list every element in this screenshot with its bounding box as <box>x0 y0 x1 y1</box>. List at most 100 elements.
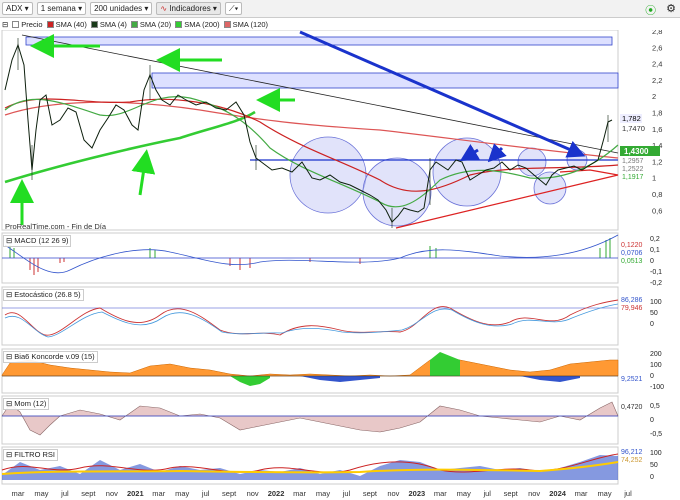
macd-label-text: MACD (12 26 9) <box>14 236 69 245</box>
main-axis-tick: 2 <box>652 92 656 101</box>
resistance-zone-mid <box>151 72 619 89</box>
stoch-values: 86,286 79,946 <box>621 297 642 313</box>
indicators-text: Indicadores <box>169 4 211 13</box>
collapse-icon: ⊟ <box>6 236 13 245</box>
rsi-label-text: FILTRO RSI <box>14 450 55 459</box>
x-axis-tick: may <box>457 489 471 498</box>
x-axis-tick: 2022 <box>268 489 285 498</box>
stoch-axis-2: 0 <box>650 321 654 328</box>
macd-values: 0,1220 0,0706 0,0513 <box>621 242 642 266</box>
chart-canvas[interactable]: 2,82,62,42,221,81,61,41,210,80,6 1,782 1… <box>0 30 680 500</box>
settings-icon[interactable]: ⚙ <box>666 2 676 18</box>
rsi-axis: 100 50 0 <box>650 448 662 484</box>
legend-sma20[interactable]: SMA (20) <box>130 19 172 29</box>
main-axis-tick: 1,2 <box>652 157 662 166</box>
rsi-label[interactable]: ⊟ FILTRO RSI <box>3 449 58 461</box>
x-axis-tick: mar <box>152 489 165 498</box>
stoch-axis-0: 100 <box>650 299 662 306</box>
stoch-label[interactable]: ⊟ Estocástico (26.8 5) <box>3 289 84 301</box>
stoch-label-text: Estocástico (26.8 5) <box>14 290 81 299</box>
stoch-axis-1: 50 <box>650 310 658 317</box>
main-axis-tick: 2,4 <box>652 60 662 69</box>
macd-axis-2: 0 <box>650 258 654 265</box>
x-axis-tick: sept <box>363 489 378 498</box>
collapse-icon: ⊟ <box>6 290 13 299</box>
legend-sma40[interactable]: SMA (40) <box>46 20 87 29</box>
bias-values: 9,2521 <box>621 376 642 383</box>
legend-sma200-label: SMA (200) <box>184 19 220 29</box>
x-axis-tick: may <box>597 489 611 498</box>
x-axis-tick: nov <box>247 489 259 498</box>
indicators-button[interactable]: ∿ Indicadores ▾ <box>156 2 221 15</box>
price-label-5: 1,2522 <box>622 166 644 173</box>
legend-sma20-label: SMA (20) <box>139 19 172 29</box>
bias-label[interactable]: ⊟ Bia6 Koncorde v.09 (15) <box>3 351 98 363</box>
macd-label[interactable]: ⊟ MACD (12 26 9) <box>3 235 72 247</box>
x-axis-tick: may <box>316 489 330 498</box>
bias-label-text: Bia6 Koncorde v.09 (15) <box>14 352 95 361</box>
timeframe-text: 1 semana <box>40 4 76 13</box>
macd-value-0: 0,1220 <box>621 242 643 249</box>
x-axis-tick: mar <box>434 489 447 498</box>
stoch-value-1: 79,946 <box>621 305 643 312</box>
mom-axis-0: 0,5 <box>650 403 660 410</box>
x-axis-tick: mar <box>12 489 25 498</box>
mom-label[interactable]: ⊟ Mom (12) <box>3 398 50 410</box>
legend-sma120-label: SMA (120) <box>232 19 269 29</box>
mom-values: 0,4720 <box>621 404 642 411</box>
x-axis-tick: jul <box>482 489 491 498</box>
main-axis-tick: 2,2 <box>652 76 662 85</box>
units-select[interactable]: 200 unidades ▾ <box>90 2 153 15</box>
legend-sma120[interactable]: SMA (120) <box>223 19 269 29</box>
bias-axis-3: -100 <box>650 384 665 391</box>
mom-axis: 0,5 0 -0,5 <box>650 400 662 442</box>
indicators-icon: ∿ <box>160 4 168 13</box>
macd-axis-3: -0,1 <box>650 269 663 276</box>
alert-icon[interactable]: ⦿ <box>645 2 656 18</box>
x-axis-tick: jul <box>201 489 210 498</box>
x-axis-tick: jul <box>60 489 69 498</box>
bias-axis-2: 0 <box>650 373 654 380</box>
bias-axis-0: 200 <box>650 351 662 358</box>
stoch-axis: 100 50 0 <box>650 297 662 330</box>
x-axis-tick: nov <box>387 489 399 498</box>
source-text: ProRealTime.com - Fin de Día <box>5 222 107 231</box>
rsi-axis-1: 50 <box>650 462 658 469</box>
main-axis-tick: 1,6 <box>652 125 662 134</box>
symbol-text: ADX <box>6 4 23 13</box>
price-label-4: 1,2957 <box>622 158 644 165</box>
mom-axis-2: -0,5 <box>650 431 663 438</box>
price-label-1: 1,782 <box>622 114 641 123</box>
rsi-value-1: 74,252 <box>621 457 643 464</box>
x-axis-tick: sept <box>504 489 519 498</box>
x-axis-tick: 2021 <box>127 489 144 498</box>
legend-sma200[interactable]: SMA (200) <box>175 19 220 29</box>
main-axis: 2,82,62,42,221,81,61,41,210,80,6 <box>652 30 662 215</box>
x-axis-tick: mar <box>293 489 306 498</box>
x-axis-tick: 2023 <box>409 489 426 498</box>
x-axis-tick: may <box>34 489 48 498</box>
main-axis-tick: 1 <box>652 174 656 183</box>
main-axis-tick: 2,8 <box>652 30 662 36</box>
rsi-values: 96,212 74,252 <box>621 449 642 465</box>
price-label-2: 1,7470 <box>622 124 645 133</box>
x-axis-tick: sept <box>222 489 237 498</box>
symbol-select[interactable]: ADX ▾ <box>2 2 33 15</box>
legend-sma4[interactable]: SMA (4) <box>90 20 127 29</box>
legend-price-label: Precio <box>21 19 43 29</box>
collapse-icon[interactable]: ⊟ <box>2 20 8 29</box>
draw-tool-button[interactable]: ⟋▾ <box>224 2 243 15</box>
mom-axis-1: 0 <box>650 417 654 424</box>
bias-value-0: 9,2521 <box>621 376 643 383</box>
legend-price[interactable]: Precio <box>12 19 43 29</box>
collapse-icon: ⊟ <box>6 352 13 361</box>
rsi-value-0: 96,212 <box>621 449 643 456</box>
mom-label-text: Mom (12) <box>14 399 47 408</box>
x-axis-tick: nov <box>106 489 118 498</box>
legend-bar: ⊟ Precio SMA (40) SMA (4) SMA (20) SMA (… <box>0 18 640 30</box>
collapse-icon: ⊟ <box>6 450 13 459</box>
timeframe-select[interactable]: 1 semana ▾ <box>36 2 87 15</box>
main-axis-tick: 1,8 <box>652 109 662 118</box>
bias-axis-1: 100 <box>650 362 662 369</box>
price-label-6: 1,1917 <box>622 174 644 181</box>
